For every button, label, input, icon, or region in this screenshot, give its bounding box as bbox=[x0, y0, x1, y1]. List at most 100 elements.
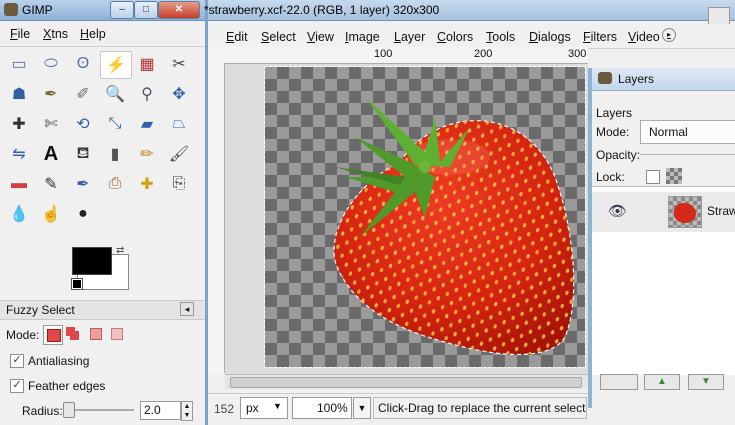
text-tool-button[interactable]: A bbox=[36, 141, 66, 167]
eye-visibility-icon[interactable]: 👁 bbox=[608, 202, 627, 220]
mode-replace-button[interactable] bbox=[43, 325, 63, 345]
feather-edges-label: Feather edges bbox=[28, 379, 106, 393]
radius-input[interactable]: 2.0 bbox=[140, 401, 181, 420]
foreground-select-tool-button[interactable]: ☗ bbox=[4, 81, 34, 107]
navigate-icon[interactable]: ▸ bbox=[662, 28, 676, 42]
rotate-tool-button[interactable]: ⟲ bbox=[68, 111, 98, 137]
blend-tool-button[interactable]: ▮ bbox=[100, 141, 130, 167]
layers-titlebar[interactable]: Layers bbox=[592, 68, 735, 91]
paintbrush-tool-button[interactable]: 🖌 bbox=[164, 141, 194, 167]
new-layer-button[interactable] bbox=[600, 374, 638, 390]
maximize-button[interactable]: □ bbox=[134, 1, 158, 19]
menu-tools[interactable]: Tools bbox=[486, 30, 515, 44]
radius-spinner[interactable]: ▲ ▼ bbox=[181, 401, 193, 421]
layer-list: 👁 Straw bbox=[592, 186, 735, 375]
lower-layer-button[interactable]: ▼ bbox=[688, 374, 724, 390]
default-colors-icon[interactable] bbox=[71, 278, 83, 290]
airbrush-tool-button[interactable]: ✎ bbox=[36, 171, 66, 197]
toolbox-titlebar[interactable]: GIMP – □ ✕ bbox=[0, 0, 205, 21]
raise-layer-button[interactable]: ▲ bbox=[644, 374, 680, 390]
eraser-icon: ▬ bbox=[11, 175, 27, 192]
zoom-icon: 🔍 bbox=[105, 86, 125, 103]
perspective-icon: ⏢ bbox=[172, 115, 186, 132]
clone-tool-button[interactable]: ⎙ bbox=[100, 171, 130, 197]
opacity-slider[interactable] bbox=[640, 154, 735, 155]
radius-slider-track[interactable] bbox=[66, 409, 134, 411]
perspective-clone-tool-button[interactable]: ⎘ bbox=[164, 171, 194, 197]
horizontal-scroll-thumb[interactable] bbox=[230, 377, 582, 388]
color-picker-icon: ✐ bbox=[76, 86, 90, 103]
fuzzy-select-tool-button[interactable]: ⚡ bbox=[100, 51, 132, 79]
mode-intersect-button[interactable] bbox=[110, 327, 124, 341]
scale-tool-button[interactable]: ⤡ bbox=[100, 111, 130, 137]
menu-select[interactable]: Select bbox=[261, 30, 296, 44]
align-tool-button[interactable]: ✚ bbox=[4, 111, 34, 137]
smudge-tool-button[interactable]: ☝ bbox=[36, 201, 66, 227]
mode-subtract-button[interactable] bbox=[89, 327, 103, 341]
menu-video[interactable]: Video bbox=[628, 30, 660, 44]
perspective-tool-button[interactable]: ⏢ bbox=[164, 111, 194, 137]
menu-layer[interactable]: Layer bbox=[394, 30, 425, 44]
scissors-tool-button[interactable]: ✂ bbox=[164, 51, 194, 77]
eraser-tool-button[interactable]: ▬ bbox=[4, 171, 34, 197]
menu-file[interactable]: File bbox=[10, 27, 30, 41]
measure-tool-button[interactable]: ⚲ bbox=[132, 81, 162, 107]
color-select-tool-button[interactable]: ▦ bbox=[132, 51, 162, 77]
layers-tab[interactable]: Layers bbox=[596, 106, 632, 120]
ink-tool-button[interactable]: ✒ bbox=[68, 171, 98, 197]
crop-tool-button[interactable]: ✄ bbox=[36, 111, 66, 137]
rect-select-icon: ▭ bbox=[11, 56, 27, 73]
ellipse-select-tool-button[interactable]: ⬭ bbox=[36, 51, 66, 77]
swap-colors-icon[interactable]: ⇄ bbox=[116, 246, 126, 256]
status-message-box: Click-Drag to replace the current select… bbox=[373, 397, 587, 419]
menu-image[interactable]: Image bbox=[345, 30, 380, 44]
mode-add-button[interactable] bbox=[66, 327, 80, 341]
lock-pixels-checkbox[interactable] bbox=[646, 170, 660, 184]
lock-alpha-icon[interactable] bbox=[666, 168, 682, 184]
clone-icon: ⎙ bbox=[108, 175, 122, 192]
zoom-dropdown-icon[interactable]: ▼ bbox=[353, 397, 371, 419]
image-titlebar[interactable]: *strawberry.xcf-22.0 (RGB, 1 layer) 320x… bbox=[204, 0, 735, 21]
unit-select[interactable]: px ▼ bbox=[240, 397, 288, 419]
layers-title: Layers bbox=[618, 72, 655, 86]
menu-view[interactable]: View bbox=[307, 30, 334, 44]
flip-tool-button[interactable]: ⇋ bbox=[4, 141, 34, 167]
pencil-tool-button[interactable]: ✏ bbox=[132, 141, 162, 167]
close-button[interactable]: ✕ bbox=[158, 1, 200, 19]
foreground-color-swatch[interactable] bbox=[72, 247, 112, 275]
color-picker-tool-button[interactable]: ✐ bbox=[68, 81, 98, 107]
radius-slider-handle[interactable] bbox=[63, 402, 75, 418]
minimize-button[interactable]: – bbox=[110, 1, 134, 19]
bucket-fill-tool-button[interactable]: ⛾ bbox=[68, 141, 98, 167]
free-select-icon: ʘ bbox=[76, 55, 90, 72]
lock-label: Lock: bbox=[596, 170, 625, 184]
shear-tool-button[interactable]: ▰ bbox=[132, 111, 162, 137]
zoom-select[interactable]: 100% bbox=[292, 397, 352, 419]
menu-help[interactable]: Help bbox=[80, 27, 106, 41]
menu-edit[interactable]: Edit bbox=[226, 30, 248, 44]
rect-select-tool-button[interactable]: ▭ bbox=[4, 51, 34, 77]
horizontal-scrollbar[interactable] bbox=[225, 374, 588, 389]
paths-tool-button[interactable]: ✒ bbox=[36, 81, 66, 107]
menu-dialogs[interactable]: Dialogs bbox=[529, 30, 571, 44]
rotate-icon: ⟲ bbox=[76, 116, 90, 133]
move-tool-button[interactable]: ✥ bbox=[164, 81, 194, 107]
heal-tool-button[interactable]: ✚ bbox=[132, 171, 162, 197]
menu-colors[interactable]: Colors bbox=[437, 30, 473, 44]
blur-tool-button[interactable]: 💧 bbox=[4, 201, 34, 227]
zoom-tool-button[interactable]: 🔍 bbox=[100, 81, 130, 107]
strawberry-thumb-icon bbox=[674, 203, 696, 223]
antialiasing-checkbox[interactable]: ✓ bbox=[10, 354, 24, 368]
layer-row[interactable]: 👁 Straw bbox=[592, 192, 735, 232]
panel-menu-icon[interactable]: ◂ bbox=[180, 302, 194, 316]
menu-xtns[interactable]: Xtns bbox=[43, 27, 68, 41]
layer-mode-select[interactable]: Normal bbox=[640, 120, 735, 144]
menu-filters[interactable]: Filters bbox=[583, 30, 617, 44]
ink-icon: ✒ bbox=[76, 176, 90, 193]
free-select-tool-button[interactable]: ʘ bbox=[68, 51, 98, 77]
paintbrush-icon: 🖌 bbox=[168, 146, 190, 163]
text-icon: A bbox=[43, 142, 59, 165]
radius-label: Radius: bbox=[22, 404, 63, 418]
dodge-burn-tool-button[interactable]: ● bbox=[68, 201, 98, 227]
feather-edges-checkbox[interactable]: ✓ bbox=[10, 379, 24, 393]
